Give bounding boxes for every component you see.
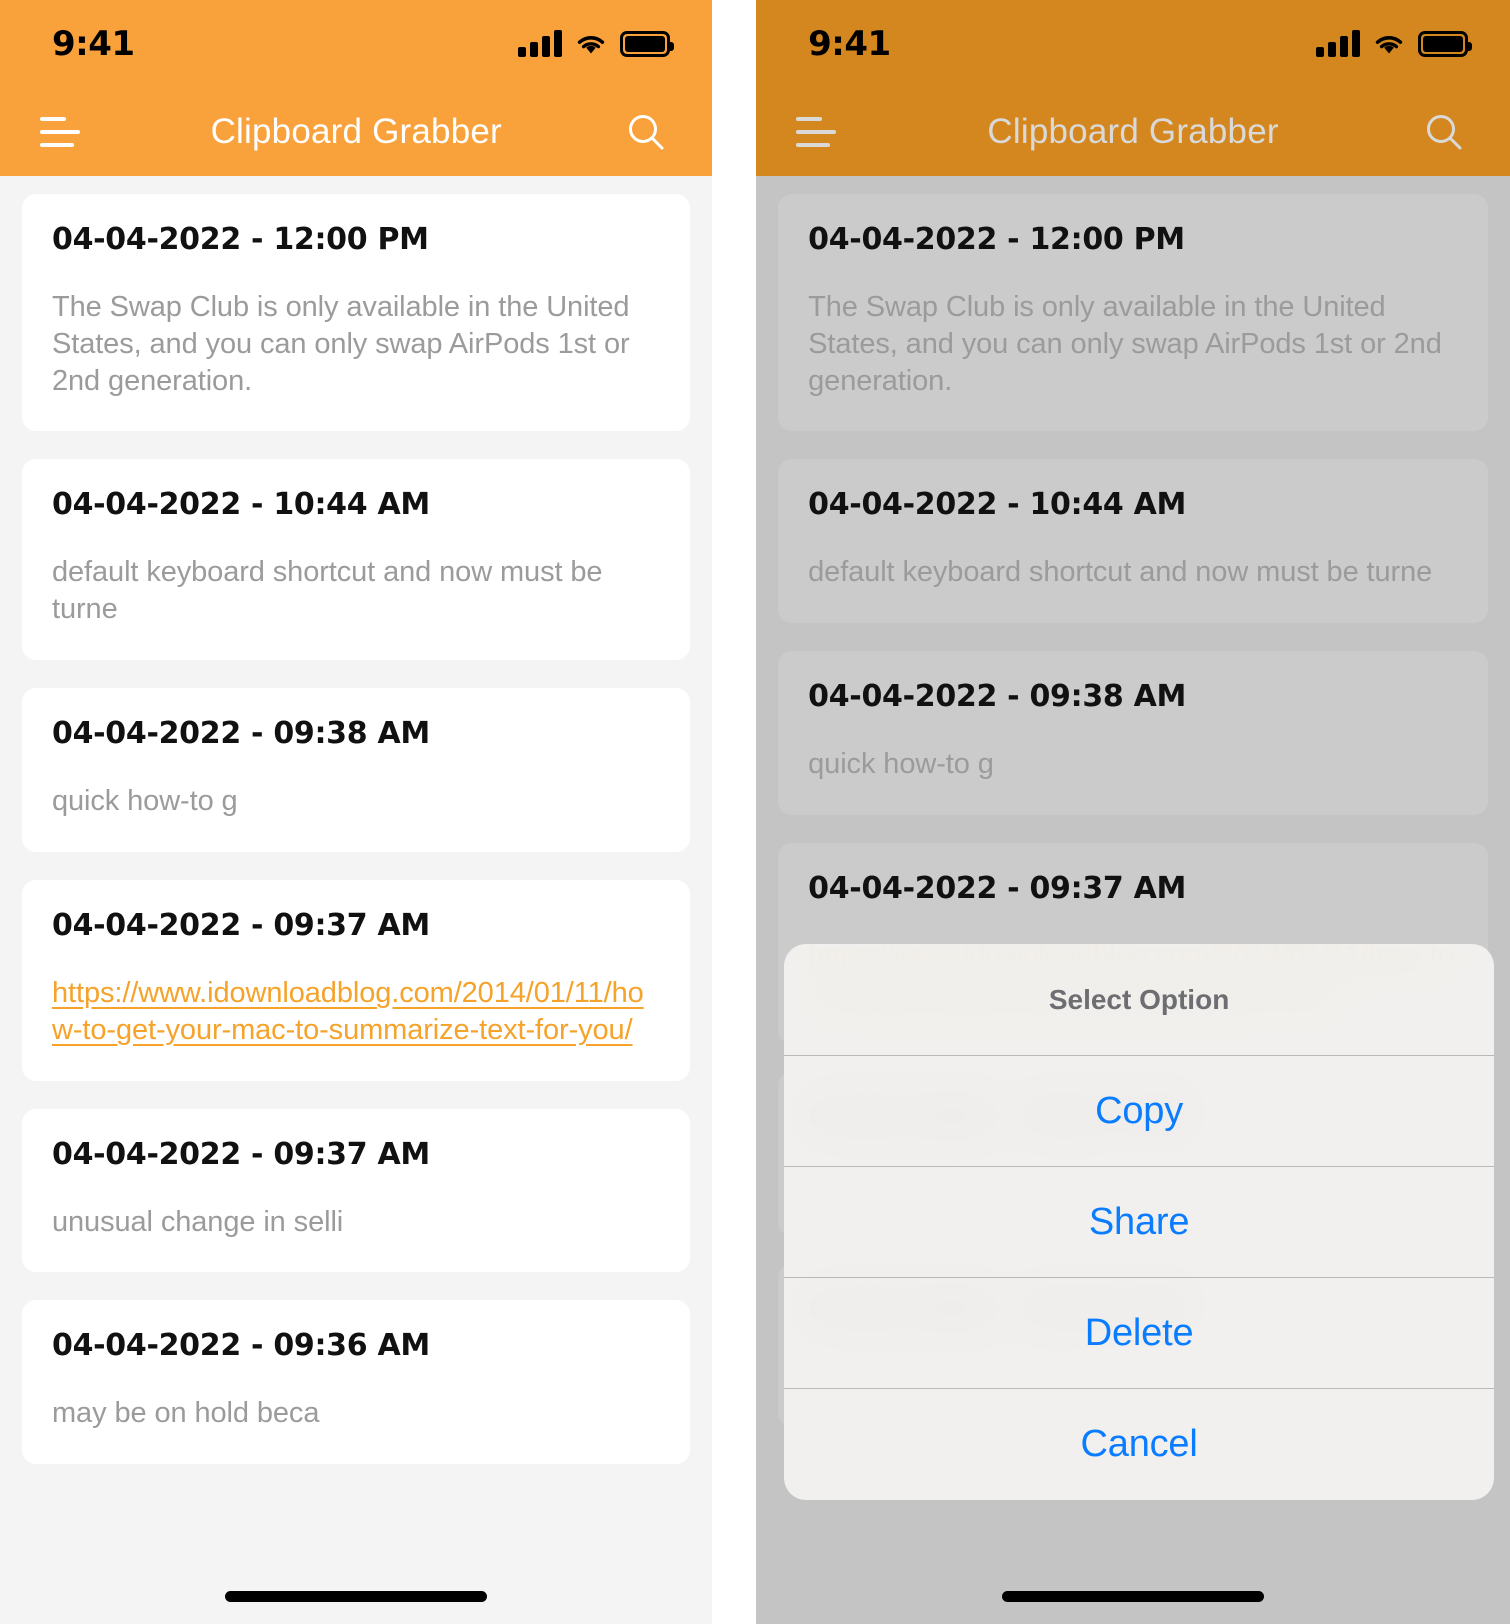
signal-icon — [1316, 30, 1360, 57]
list-item[interactable]: 04-04-2022 - 09:37 AM unusual change in … — [22, 1108, 691, 1273]
list-item[interactable]: 04-04-2022 - 12:00 PM The Swap Club is o… — [778, 194, 1488, 432]
status-bar-time: 9:41 — [808, 24, 891, 64]
action-sheet-option-copy[interactable]: Copy — [784, 1056, 1494, 1167]
navigation-bar: Clipboard Grabber — [0, 88, 712, 176]
clip-text: quick how-to g — [808, 748, 994, 781]
wifi-icon — [1375, 36, 1403, 54]
clip-text: The Swap Club is only available in the U… — [808, 291, 1442, 397]
hamburger-menu-icon[interactable] — [40, 117, 84, 147]
clip-text: may be on hold beca — [52, 1397, 320, 1430]
list-item[interactable]: 04-04-2022 - 09:36 AM may be on hold bec… — [22, 1300, 691, 1465]
action-sheet: Select Option Copy Share Delete Cancel — [784, 944, 1494, 1500]
list-item[interactable]: 04-04-2022 - 10:44 AM default keyboard s… — [22, 459, 691, 661]
screenshot-root: 9:41 Clipboard Grabber 04-04-2022 - 12:0… — [0, 0, 1510, 1624]
navigation-bar: Clipboard Grabber — [756, 88, 1510, 176]
clip-timestamp: 04-04-2022 - 09:36 AM — [52, 1328, 430, 1364]
clip-timestamp: 04-04-2022 - 10:44 AM — [52, 487, 430, 523]
home-indicator[interactable] — [756, 1591, 1510, 1602]
battery-icon — [1418, 31, 1472, 57]
list-item[interactable]: 04-04-2022 - 09:38 AM quick how-to g — [778, 651, 1488, 816]
clip-text: The Swap Club is only available in the U… — [52, 291, 630, 397]
clip-text: default keyboard shortcut and now must b… — [52, 556, 603, 626]
clip-text: quick how-to g — [52, 785, 238, 818]
clip-timestamp: 04-04-2022 - 09:37 AM — [52, 907, 430, 943]
status-bar-icons — [1316, 30, 1472, 57]
clip-timestamp: 04-04-2022 - 09:37 AM — [808, 871, 1187, 907]
clip-link[interactable]: https://www.idownloadblog.com/2014/01/11… — [52, 975, 660, 1049]
clip-text: unusual change in selli — [52, 1205, 344, 1238]
list-item[interactable]: 04-04-2022 - 09:37 AM https://www.idownl… — [22, 879, 691, 1081]
status-bar: 9:41 — [756, 0, 1510, 88]
clip-timestamp: 04-04-2022 - 09:38 AM — [52, 716, 430, 752]
hamburger-menu-icon[interactable] — [796, 117, 840, 147]
phone-screen-list: 9:41 Clipboard Grabber 04-04-2022 - 12:0… — [0, 0, 713, 1624]
battery-icon — [620, 31, 675, 57]
page-title: Clipboard Grabber — [987, 112, 1279, 151]
clip-timestamp: 04-04-2022 - 12:00 PM — [808, 222, 1185, 257]
phone-screen-action-sheet: 9:41 Clipboard Grabber 04-04-2022 - 12:0… — [756, 0, 1510, 1624]
clip-text: default keyboard shortcut and now must b… — [808, 556, 1433, 589]
home-indicator[interactable] — [0, 1591, 712, 1602]
screen-divider — [712, 0, 735, 1624]
action-sheet-option-cancel[interactable]: Cancel — [784, 1389, 1494, 1500]
search-icon[interactable] — [1416, 104, 1472, 160]
status-bar-time: 9:41 — [52, 24, 135, 64]
clip-timestamp: 04-04-2022 - 09:37 AM — [52, 1136, 430, 1172]
action-sheet-option-delete[interactable]: Delete — [784, 1278, 1494, 1389]
clip-timestamp: 04-04-2022 - 09:38 AM — [808, 679, 1187, 715]
action-sheet-title: Select Option — [784, 944, 1494, 1056]
list-item[interactable]: 04-04-2022 - 12:00 PM The Swap Club is o… — [22, 194, 691, 432]
header-right: 9:41 Clipboard Grabber — [756, 0, 1510, 176]
action-sheet-option-share[interactable]: Share — [784, 1167, 1494, 1278]
status-bar: 9:41 — [0, 0, 712, 88]
signal-icon — [518, 30, 563, 57]
page-title: Clipboard Grabber — [210, 112, 502, 151]
status-bar-icons — [518, 30, 675, 57]
clip-timestamp: 04-04-2022 - 10:44 AM — [808, 487, 1187, 523]
wifi-icon — [578, 36, 605, 54]
clipboard-list[interactable]: 04-04-2022 - 12:00 PM The Swap Club is o… — [0, 176, 713, 1624]
search-icon[interactable] — [618, 104, 674, 160]
clip-timestamp: 04-04-2022 - 12:00 PM — [52, 222, 429, 257]
list-item[interactable]: 04-04-2022 - 10:44 AM default keyboard s… — [778, 459, 1488, 624]
header-left: 9:41 Clipboard Grabber — [0, 0, 713, 176]
list-item[interactable]: 04-04-2022 - 09:38 AM quick how-to g — [22, 688, 691, 852]
